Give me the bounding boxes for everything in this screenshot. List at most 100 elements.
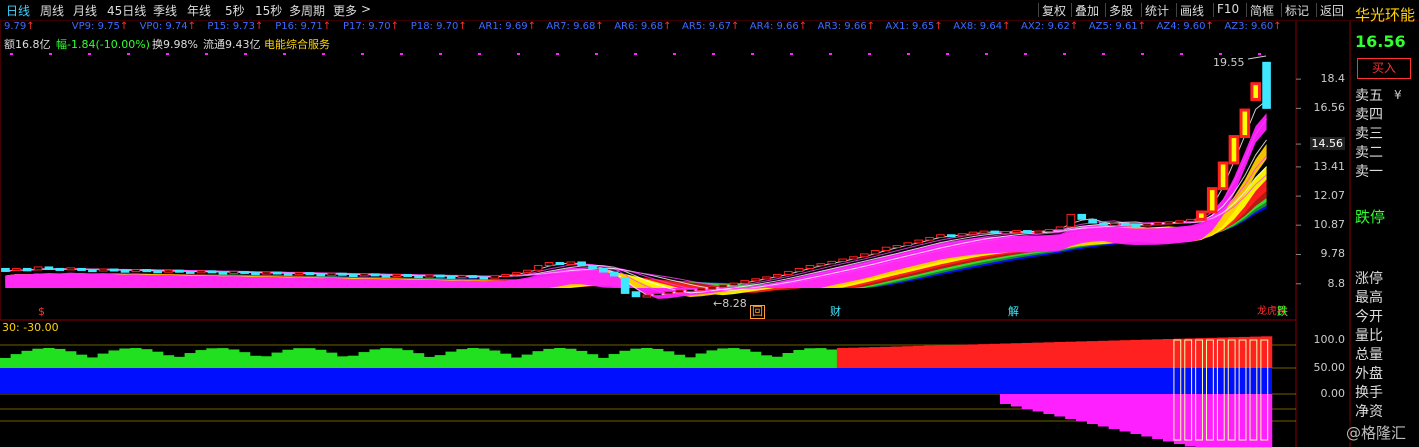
arrow-up-icon: ↑ [1069, 21, 1079, 32]
tool-button-4[interactable]: 画线 [1180, 2, 1204, 19]
indicator-bar-neg [1097, 394, 1110, 427]
indicator-blue-band [0, 368, 1272, 394]
period-tab-5[interactable]: 年线 [187, 2, 211, 19]
tool-button-2[interactable]: 多股 [1109, 2, 1133, 19]
ma-legend-item: AX2: 9.62↑ [1021, 21, 1078, 32]
price-tick: 16.56 [1313, 101, 1346, 115]
event-finance[interactable]: 财 [828, 305, 843, 319]
indicator-bar [282, 349, 294, 368]
event-unlock[interactable]: 解 [1006, 305, 1021, 319]
candle [1055, 226, 1065, 231]
period-tab-3[interactable]: 45日线 [107, 2, 146, 19]
signal-dot [166, 53, 169, 55]
indicator-bar [662, 351, 675, 368]
tool-button-0[interactable]: 复权 [1042, 2, 1066, 19]
ma-legend-item: AR3: 9.66↑ [818, 21, 875, 32]
signal-dot [205, 53, 208, 55]
indicator-bar [119, 348, 131, 368]
indicator-bar [695, 353, 707, 368]
chevron-right-icon[interactable]: > [361, 2, 371, 16]
tool-button-6[interactable]: 简框 [1250, 2, 1274, 19]
period-tab-0[interactable]: 日线 [6, 2, 30, 19]
candle [1239, 108, 1251, 139]
candle [642, 294, 652, 298]
arrow-up-icon: ↑ [458, 21, 467, 32]
indicator-bar-neg [999, 394, 1012, 404]
event-box[interactable]: 回 [750, 305, 765, 319]
tool-button-3[interactable]: 统计 [1145, 2, 1169, 19]
indicator-bar [978, 344, 990, 368]
indicator-bar-neg [1173, 394, 1186, 444]
candle [164, 269, 173, 273]
signal-dot [439, 53, 442, 55]
ma-legend-item: VP9: 9.75↑ [72, 21, 128, 32]
period-tab-9[interactable]: 更多 [333, 2, 357, 19]
period-tab-7[interactable]: 15秒 [255, 2, 282, 19]
indicator-bar [499, 353, 512, 368]
indicator-bar [749, 351, 762, 368]
candle [490, 275, 499, 279]
indicator-bar [1141, 339, 1153, 368]
candle [1196, 210, 1207, 221]
indicator-bar [467, 348, 479, 368]
tool-button-5[interactable]: F10 [1217, 2, 1239, 16]
ma-legend-item: AX8: 9.64↑ [953, 21, 1010, 32]
candle [1142, 223, 1152, 227]
candle [892, 245, 902, 249]
period-tab-2[interactable]: 月线 [73, 2, 97, 19]
signal-dot [673, 53, 676, 55]
indicator-bar [575, 350, 588, 368]
event-fall[interactable]: 跌 [1275, 305, 1290, 319]
indicator-bar [1108, 340, 1121, 368]
candle [1217, 161, 1229, 191]
candle [22, 267, 32, 272]
signal-dot [478, 53, 481, 55]
tool-button-8[interactable]: 返回 [1320, 2, 1344, 19]
buy-button[interactable]: 买入 [1357, 58, 1411, 79]
indicator-bar [0, 358, 12, 368]
indicator-bar-neg [1119, 394, 1131, 432]
indicator-tick: 100.0 [1313, 333, 1346, 346]
indicator-bar [739, 349, 751, 368]
candle [1175, 220, 1184, 224]
toolbar-separator [1038, 3, 1039, 17]
candle [827, 260, 836, 265]
event-dollar[interactable]: $ [36, 305, 47, 319]
ma-value: AX1: 9.65 [885, 21, 935, 32]
tool-button-7[interactable]: 标记 [1285, 2, 1309, 19]
signal-dot [751, 53, 754, 55]
high-marker-line [1247, 55, 1267, 60]
candle [1088, 218, 1097, 224]
stat-label-4: 总量 [1355, 347, 1383, 363]
period-tab-1[interactable]: 周线 [40, 2, 64, 19]
indicator-bar [402, 350, 414, 368]
signal-dot [868, 53, 871, 55]
indicator-bar [1086, 341, 1099, 368]
indicator-bar [141, 349, 153, 368]
candle [98, 268, 108, 272]
indicator-bar [891, 346, 903, 368]
signal-dot [1102, 53, 1105, 55]
indicator-bar [902, 346, 914, 368]
arrow-up-icon: ↑ [527, 21, 536, 32]
indicator-bar [1032, 342, 1044, 368]
indicator-bar [54, 348, 66, 368]
indicator-bar [608, 354, 620, 368]
candle [142, 269, 152, 273]
period-tab-4[interactable]: 季线 [153, 2, 177, 19]
period-tab-8[interactable]: 多周期 [289, 2, 325, 19]
indicator-bar [173, 356, 186, 368]
candle [229, 270, 239, 274]
signal-dot [985, 53, 988, 55]
candle [577, 261, 586, 266]
indicator-bar [456, 349, 468, 368]
price-tick: 13.41 [1313, 159, 1346, 173]
indicator-bar [228, 349, 240, 368]
period-tab-6[interactable]: 5秒 [225, 2, 245, 19]
sector-link[interactable]: 电能综合服务 [264, 36, 330, 52]
indicator-bar [445, 351, 457, 368]
signal-dot [907, 53, 910, 55]
tool-button-1[interactable]: 叠加 [1075, 2, 1099, 19]
stock-price: 16.56 [1355, 32, 1406, 51]
kline-chart[interactable]: 19.55 ←8.28 [0, 0, 1419, 447]
